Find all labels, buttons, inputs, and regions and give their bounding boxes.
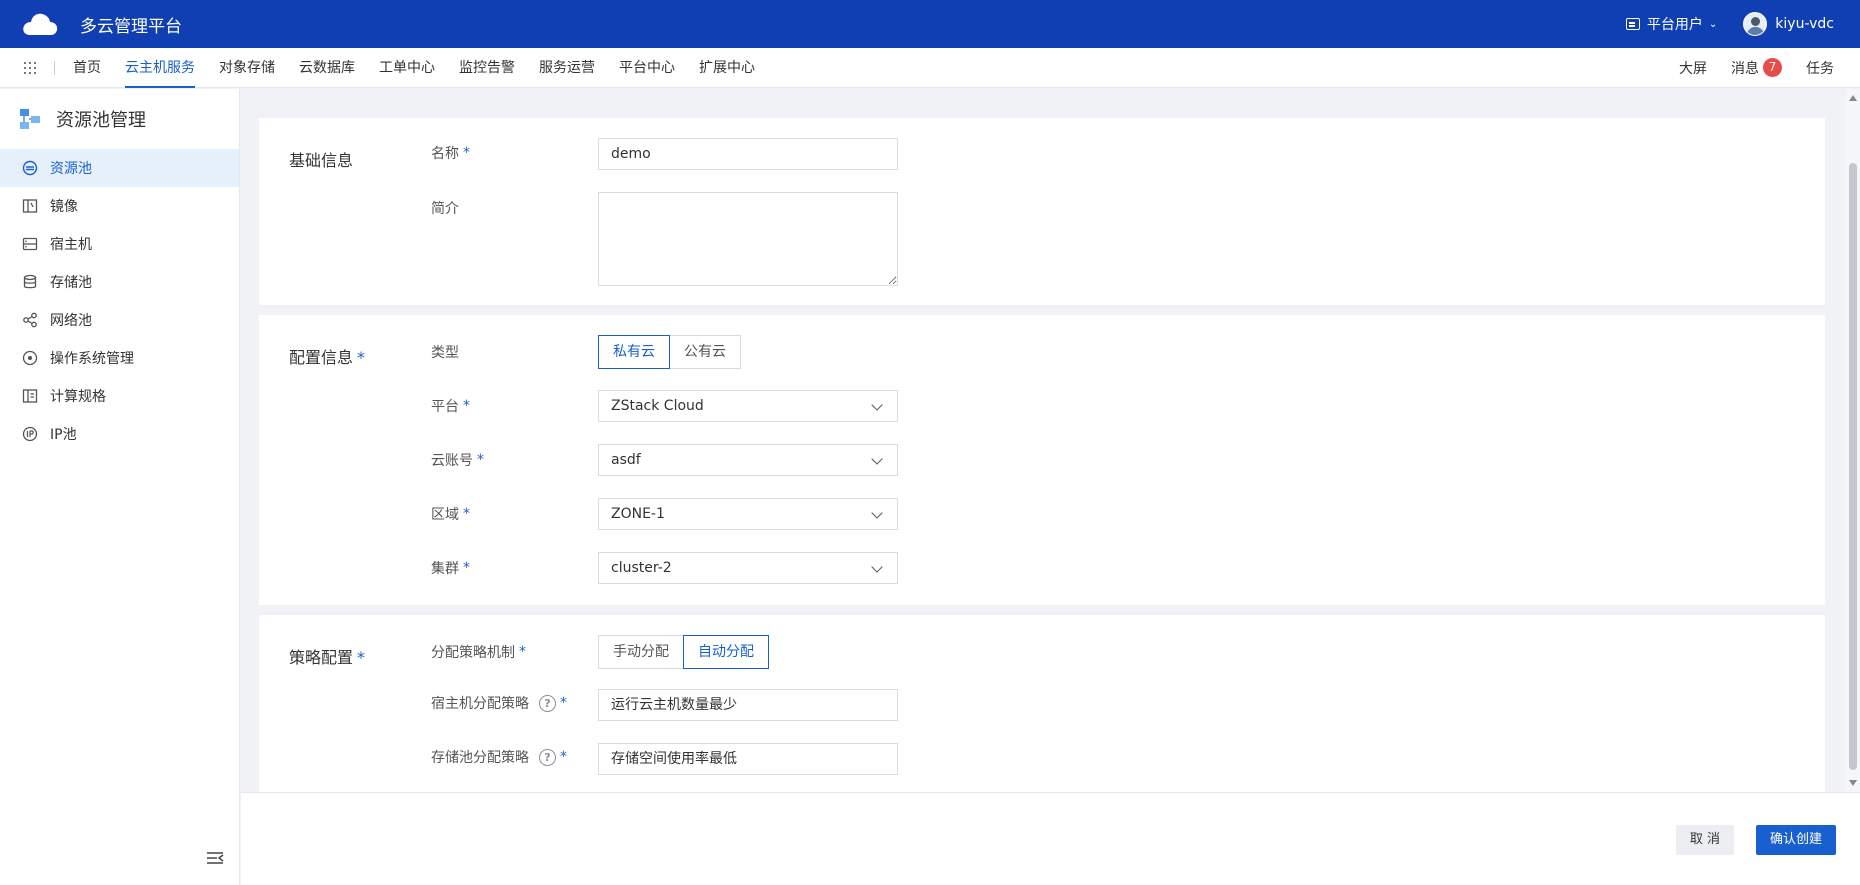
- policy-config-card: 策略配置 * 分配策略机制 * 手动分配 自动分配 宿主机分配策略 ? * 运行云主…: [259, 615, 1825, 792]
- nav-item-vm-service[interactable]: 云主机服务: [125, 48, 195, 88]
- role-switcher[interactable]: 平台用户 ⌄: [1625, 14, 1718, 34]
- cloud-account-label: 云账号 *: [431, 452, 484, 469]
- top-header: 多云管理平台 平台用户 ⌄ kiyu-vdc: [0, 0, 1860, 48]
- sidebar-item-label: 镜像: [50, 199, 78, 215]
- user-menu[interactable]: kiyu-vdc: [1743, 12, 1834, 36]
- type-segmented-control: 私有云 公有云: [598, 335, 741, 369]
- resource-pool-management-icon: [20, 109, 40, 129]
- config-info-card: 配置信息 * 类型 私有云 公有云 平台 * ZStack Cloud 云账号 * a…: [259, 315, 1825, 605]
- zone-label: 区域 *: [431, 506, 470, 523]
- storage-policy-field[interactable]: 存储空间使用率最低: [598, 743, 898, 775]
- confirm-create-button[interactable]: 确认创建: [1755, 825, 1836, 855]
- image-icon: [22, 199, 38, 213]
- nav-item-cloud-database[interactable]: 云数据库: [299, 48, 355, 88]
- allocation-option-auto[interactable]: 自动分配: [683, 635, 769, 669]
- cloud-logo-icon[interactable]: [20, 9, 60, 39]
- ip-pool-icon: [22, 426, 38, 442]
- help-icon[interactable]: ?: [539, 748, 556, 766]
- zone-select[interactable]: ZONE-1: [598, 498, 898, 530]
- sidebar-header: 资源池管理: [0, 89, 239, 149]
- platform-select[interactable]: ZStack Cloud: [598, 390, 898, 422]
- compute-spec-icon: [22, 389, 38, 403]
- main-nav: 首页 云主机服务 对象存储 云数据库 工单中心 监控告警 服务运营 平台中心 扩…: [0, 48, 1860, 88]
- messages-link[interactable]: 消息 7: [1731, 58, 1782, 78]
- sidebar-item-resource-pool[interactable]: 资源池: [0, 149, 239, 187]
- os-icon: [22, 350, 38, 366]
- allocation-mechanism-label: 分配策略机制 *: [431, 644, 526, 661]
- policy-config-title: 策略配置 *: [289, 648, 366, 667]
- allocation-mechanism-control: 手动分配 自动分配: [598, 635, 769, 669]
- messages-label: 消息: [1731, 60, 1759, 77]
- nav-item-monitoring[interactable]: 监控告警: [459, 48, 515, 88]
- name-label: 名称 *: [431, 145, 470, 162]
- sidebar-item-label: 计算规格: [50, 389, 106, 405]
- basic-info-card: 基础信息 名称* 简介: [259, 118, 1825, 305]
- avatar: [1743, 12, 1768, 36]
- name-input[interactable]: [598, 138, 898, 170]
- sidebar-item-ip-pool[interactable]: IP池: [0, 415, 239, 453]
- host-policy-field[interactable]: 运行云主机数量最少: [598, 689, 898, 721]
- type-label: 类型: [431, 345, 459, 361]
- nav-item-home[interactable]: 首页: [73, 48, 101, 88]
- storage-pool-icon: [23, 274, 37, 289]
- host-icon: [22, 237, 38, 251]
- storage-policy-label: 存储池分配策略 ? *: [431, 748, 567, 766]
- scroll-down-arrow-icon[interactable]: [1849, 780, 1857, 786]
- sidebar-item-label: 操作系统管理: [50, 351, 134, 367]
- sidebar-item-network-pool[interactable]: 网络池: [0, 301, 239, 339]
- resource-pool-icon: [22, 160, 38, 176]
- config-info-title: 配置信息 *: [289, 348, 366, 367]
- app-title: 多云管理平台: [80, 16, 182, 37]
- username: kiyu-vdc: [1775, 16, 1834, 32]
- sidebar-item-image[interactable]: 镜像: [0, 187, 239, 225]
- basic-info-title: 基础信息: [289, 151, 354, 170]
- cluster-select[interactable]: cluster-2: [598, 552, 898, 584]
- chevron-down-icon: ⌄: [1708, 18, 1718, 30]
- allocation-option-manual[interactable]: 手动分配: [598, 635, 684, 669]
- nav-item-ticket-center[interactable]: 工单中心: [379, 48, 435, 88]
- network-pool-icon: [23, 312, 37, 328]
- host-policy-label: 宿主机分配策略 ? *: [431, 694, 567, 712]
- sidebar-item-os-management[interactable]: 操作系统管理: [0, 339, 239, 377]
- apps-grid-icon[interactable]: [24, 61, 36, 74]
- nav-divider: [54, 60, 55, 75]
- sidebar-item-label: 资源池: [50, 161, 92, 177]
- cloud-account-select[interactable]: asdf: [598, 444, 898, 476]
- tasks-link[interactable]: 任务: [1806, 58, 1834, 78]
- big-screen-link[interactable]: 大屏: [1679, 58, 1707, 78]
- sidebar-item-storage-pool[interactable]: 存储池: [0, 263, 239, 301]
- scroll-up-arrow-icon[interactable]: [1849, 95, 1857, 101]
- type-option-private-cloud[interactable]: 私有云: [598, 335, 670, 369]
- cancel-button[interactable]: 取 消: [1675, 825, 1734, 855]
- nav-item-object-storage[interactable]: 对象存储: [219, 48, 275, 88]
- sidebar-item-label: 宿主机: [50, 237, 92, 253]
- collapse-sidebar-icon[interactable]: [206, 851, 224, 865]
- form-footer: 取 消 确认创建: [241, 792, 1860, 885]
- role-label: 平台用户: [1646, 17, 1703, 33]
- nav-item-service-ops[interactable]: 服务运营: [539, 48, 595, 88]
- role-card-icon: [1625, 18, 1640, 30]
- vertical-scrollbar[interactable]: [1846, 89, 1860, 792]
- type-option-public-cloud[interactable]: 公有云: [669, 335, 741, 369]
- sidebar-item-label: 存储池: [50, 275, 92, 291]
- sidebar-item-label: IP池: [50, 427, 77, 443]
- sidebar-item-host[interactable]: 宿主机: [0, 225, 239, 263]
- cluster-label: 集群 *: [431, 560, 470, 577]
- scrollbar-thumb[interactable]: [1849, 163, 1857, 770]
- nav-item-extension-center[interactable]: 扩展中心: [699, 48, 755, 88]
- help-icon[interactable]: ?: [539, 694, 556, 712]
- nav-item-platform-center[interactable]: 平台中心: [619, 48, 675, 88]
- message-count-badge: 7: [1763, 58, 1782, 77]
- platform-label: 平台 *: [431, 398, 470, 415]
- sidebar-item-compute-spec[interactable]: 计算规格: [0, 377, 239, 415]
- sidebar-item-label: 网络池: [50, 313, 92, 329]
- main-content: 基础信息 名称* 简介 配置信息* 类型 私有云 公有云 平台* ZStack …: [241, 89, 1860, 792]
- description-textarea[interactable]: [598, 192, 898, 286]
- sidebar: 资源池管理 资源池 镜像 宿主机 存储池 网络池 操作系统管理 计算规格 IP池: [0, 89, 240, 885]
- description-label: 简介: [431, 201, 459, 217]
- sidebar-title: 资源池管理: [56, 110, 146, 131]
